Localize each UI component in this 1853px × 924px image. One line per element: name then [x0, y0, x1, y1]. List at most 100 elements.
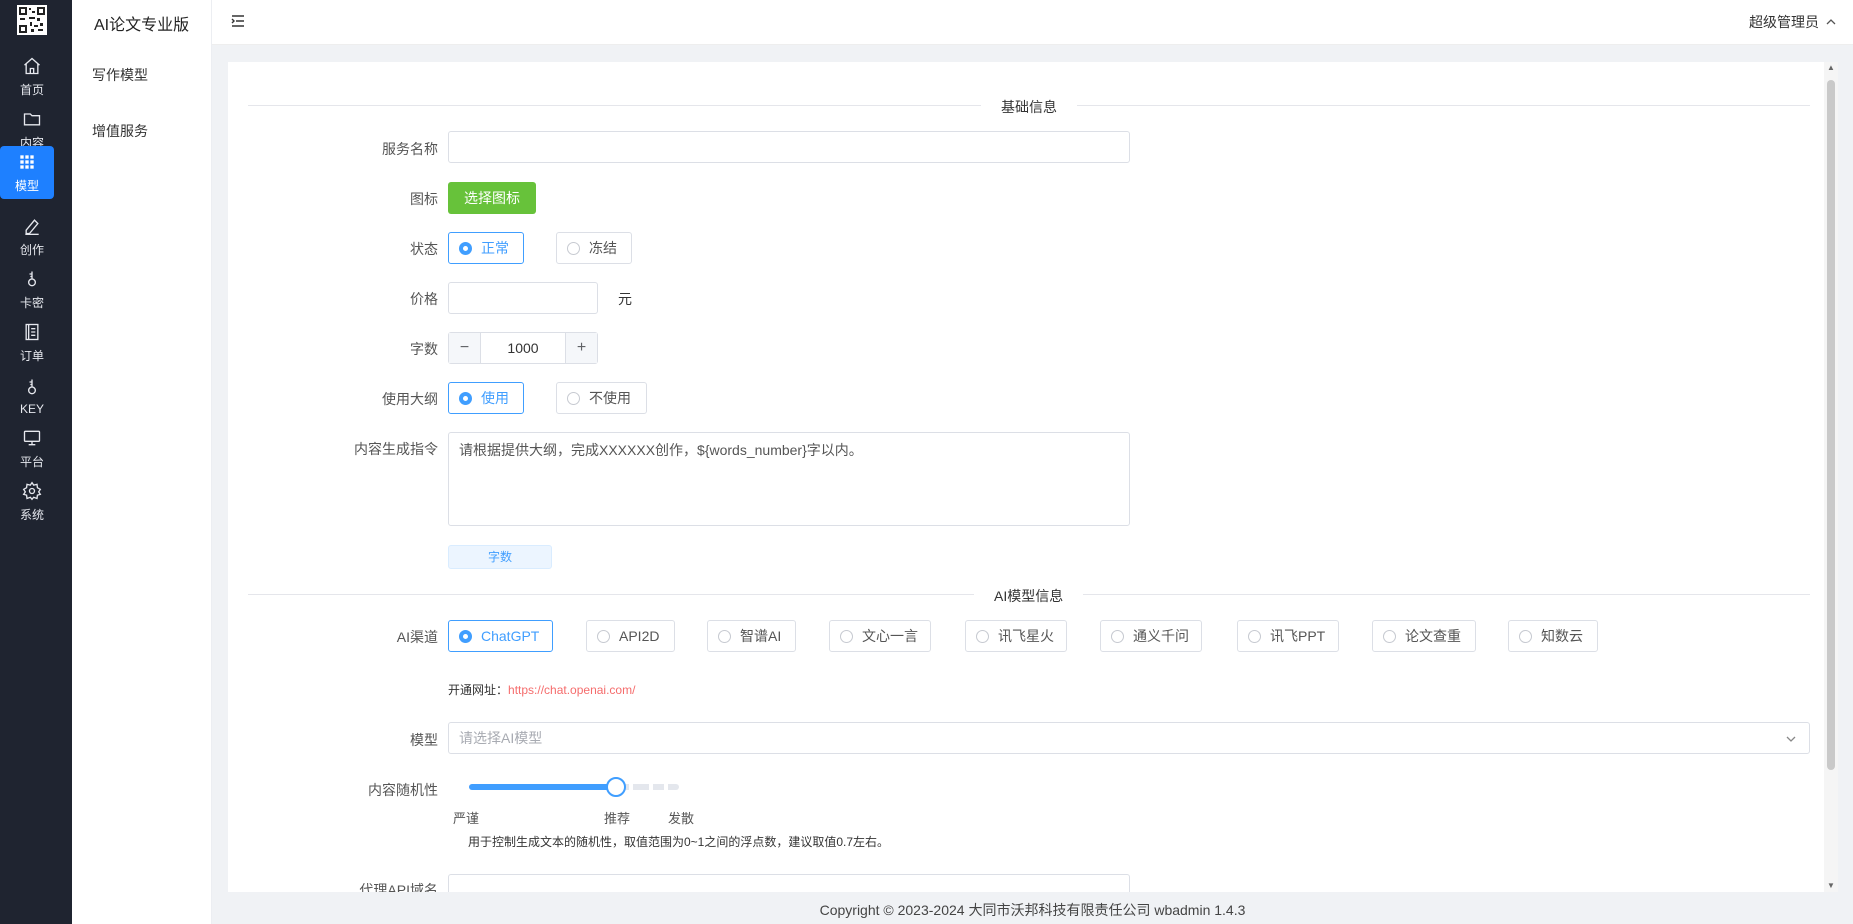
left-rail: 首页 内容 模型 创作 卡密 订单 KEY 平台 系统 — [0, 0, 72, 924]
model-select[interactable]: 请选择AI模型 — [448, 722, 1810, 754]
insert-words-tag-button[interactable]: 字数 — [448, 545, 552, 569]
channel-radio-wenxin[interactable]: 文心一言 — [829, 620, 931, 652]
channel-radio-zhishuyun[interactable]: 知数云 — [1508, 620, 1598, 652]
app-brand: AI论文专业版 — [94, 17, 190, 34]
randomness-slider-handle[interactable] — [606, 777, 626, 797]
radio-dot — [597, 630, 610, 643]
price-unit: 元 — [618, 291, 632, 307]
randomness-label: 内容随机性 — [368, 782, 438, 798]
radio-dot — [1383, 630, 1396, 643]
chevron-down-icon — [1786, 736, 1796, 742]
radio-label: 通义千问 — [1133, 628, 1189, 644]
radio-label: 知数云 — [1541, 628, 1583, 644]
radio-dot — [718, 630, 731, 643]
home-icon — [24, 57, 40, 75]
scroll-up-icon[interactable]: ▲ — [1827, 64, 1835, 72]
randomness-slider-fill — [469, 784, 616, 790]
proxy-api-label: 代理API域名 — [359, 882, 438, 892]
key-icon — [28, 271, 36, 287]
prompt-label: 内容生成指令 — [354, 441, 438, 457]
rail-item-system[interactable]: 系统 — [0, 471, 64, 533]
menu-collapse-icon[interactable] — [230, 13, 246, 29]
form-scrollbar[interactable]: ▲ ▼ — [1824, 62, 1838, 892]
randomness-mark-divergent: 发散 — [668, 811, 695, 826]
channel-radio-tongyi[interactable]: 通义千问 — [1100, 620, 1202, 652]
randomness-slider[interactable] — [469, 784, 679, 790]
radio-label: 讯飞星火 — [998, 628, 1054, 644]
radio-label: ChatGPT — [481, 628, 540, 644]
price-label: 价格 — [410, 291, 438, 307]
user-menu[interactable]: 超级管理员 — [1749, 12, 1837, 32]
submenu-item-value-added-service[interactable]: 增值服务 — [92, 121, 148, 141]
radio-label: 不使用 — [589, 390, 631, 406]
channel-radio-zhipu[interactable]: 智谱AI — [707, 620, 796, 652]
slider-stop — [664, 784, 668, 790]
open-url-label: 开通网址： — [448, 683, 509, 697]
pen-icon — [25, 219, 39, 235]
radio-label: API2D — [619, 628, 660, 644]
scrollbar-thumb[interactable] — [1827, 80, 1835, 770]
radio-dot — [840, 630, 853, 643]
outline-radio-not-use[interactable]: 不使用 — [556, 382, 647, 414]
price-input[interactable] — [448, 282, 598, 314]
channel-radio-xunfei-ppt[interactable]: 讯飞PPT — [1237, 620, 1339, 652]
radio-label: 冻结 — [589, 240, 617, 256]
open-url-link[interactable]: https://chat.openai.com/ — [508, 683, 635, 697]
rail-label: 平台 — [19, 455, 44, 469]
user-name: 超级管理员 — [1749, 14, 1819, 30]
words-increment-button[interactable]: + — [565, 333, 597, 363]
channel-radio-chatgpt[interactable]: ChatGPT — [448, 620, 553, 652]
service-name-input[interactable] — [448, 131, 1130, 163]
radio-label: 智谱AI — [740, 628, 782, 644]
status-radio-normal[interactable]: 正常 — [448, 232, 524, 264]
top-header: 超级管理员 — [212, 0, 1853, 45]
radio-label: 讯飞PPT — [1270, 628, 1326, 644]
order-icon — [25, 323, 39, 341]
model-label: 模型 — [410, 732, 438, 748]
status-radio-frozen[interactable]: 冻结 — [556, 232, 632, 264]
radio-dot — [459, 242, 472, 255]
section-title-ai: AI模型信息 — [974, 586, 1084, 606]
slider-stop — [629, 784, 633, 790]
rail-item-model[interactable]: 模型 — [0, 146, 54, 199]
rail-label: KEY — [19, 401, 44, 416]
gear-icon — [22, 481, 42, 501]
outline-label: 使用大纲 — [382, 391, 438, 407]
radio-label: 正常 — [481, 240, 509, 256]
radio-dot — [1248, 630, 1261, 643]
outline-radio-use[interactable]: 使用 — [448, 382, 524, 414]
submenu-item-writing-model[interactable]: 写作模型 — [92, 65, 148, 85]
radio-label: 论文查重 — [1405, 628, 1461, 644]
radio-dot — [1111, 630, 1124, 643]
radio-dot — [976, 630, 989, 643]
key-icon — [28, 379, 36, 394]
words-decrement-button[interactable]: − — [449, 333, 481, 363]
secondary-menu: AI论文专业版 写作模型 增值服务 — [72, 0, 212, 924]
radio-label: 文心一言 — [862, 628, 918, 644]
channel-radio-plagiarism-check[interactable]: 论文查重 — [1372, 620, 1476, 652]
model-select-placeholder: 请选择AI模型 — [459, 730, 543, 746]
words-value[interactable]: 1000 — [481, 333, 565, 363]
section-title-basic: 基础信息 — [981, 97, 1077, 117]
service-name-label: 服务名称 — [382, 141, 438, 157]
proxy-api-input[interactable] — [448, 874, 1130, 892]
radio-dot — [567, 242, 580, 255]
words-stepper[interactable]: − 1000 + — [448, 332, 598, 364]
scroll-down-icon[interactable]: ▼ — [1827, 882, 1835, 890]
rail-label: 系统 — [19, 508, 44, 522]
channel-radio-xunfei-spark[interactable]: 讯飞星火 — [965, 620, 1067, 652]
radio-dot — [1519, 630, 1532, 643]
rail-label: 创作 — [19, 243, 44, 257]
qr-code-icon — [19, 7, 45, 33]
choose-icon-button[interactable]: 选择图标 — [448, 182, 536, 214]
qr-code-logo — [17, 5, 47, 35]
prompt-textarea[interactable]: 请根据提供大纲，完成XXXXXX创作，${words_number}字以内。 — [448, 432, 1130, 526]
grid-icon — [20, 154, 34, 169]
monitor-icon — [23, 430, 41, 446]
channel-radio-api2d[interactable]: API2D — [586, 620, 675, 652]
channel-label: AI渠道 — [396, 629, 438, 645]
rail-label: 卡密 — [19, 296, 44, 310]
slider-stop — [649, 784, 653, 790]
randomness-note: 用于控制生成文本的随机性，取值范围为0~1之间的浮点数，建议取值0.7左右。 — [468, 835, 890, 849]
footer-copyright: Copyright © 2023-2024 大同市沃邦科技有限责任公司 wbad… — [819, 902, 1246, 918]
